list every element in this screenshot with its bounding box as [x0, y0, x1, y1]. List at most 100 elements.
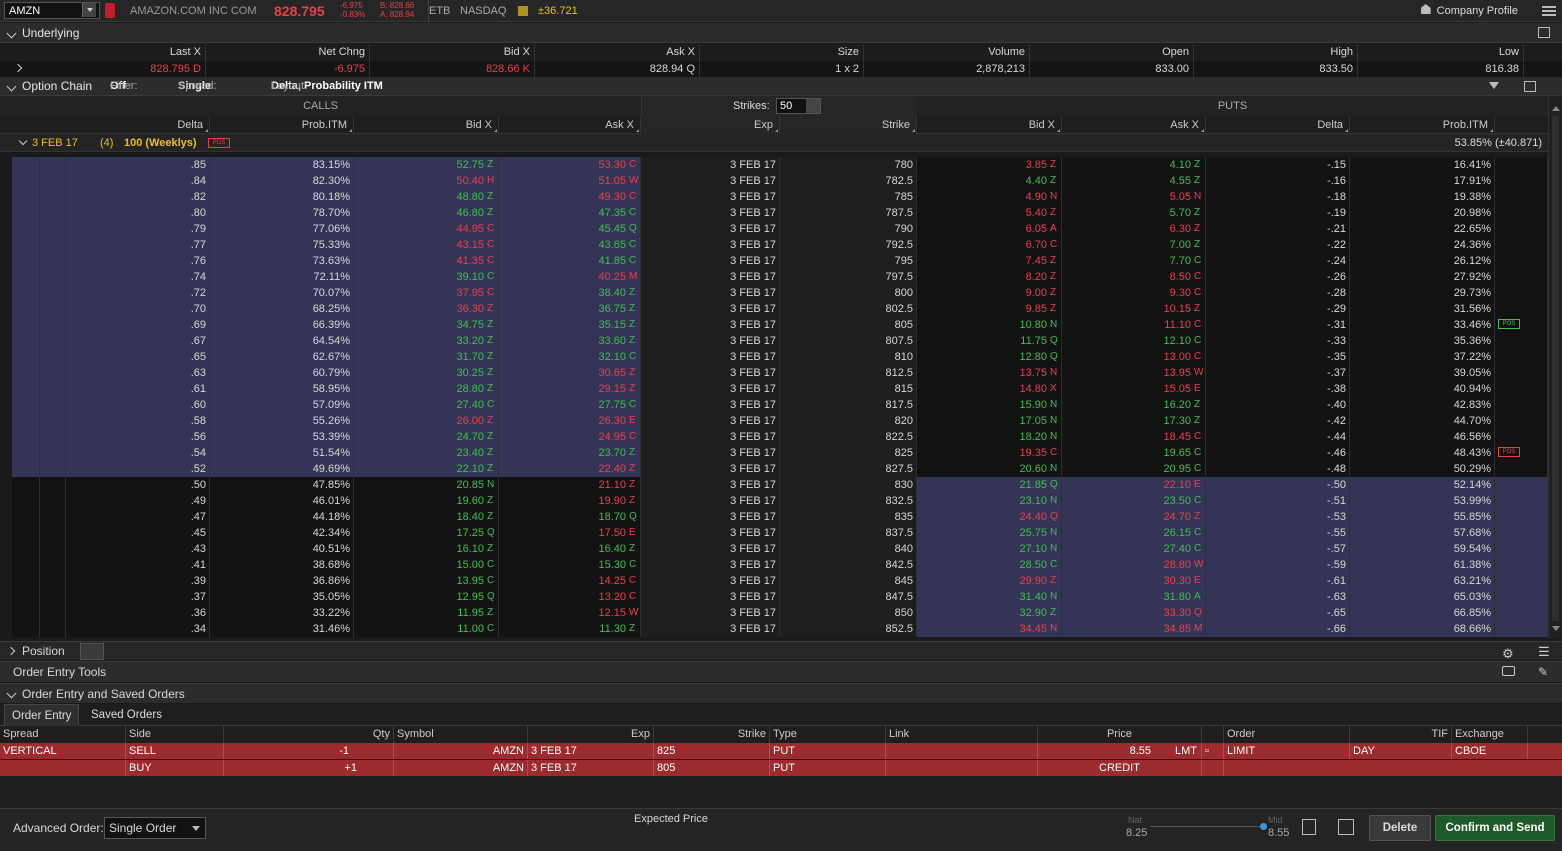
tif-select[interactable]: DAY [1350, 743, 1452, 759]
chain-row[interactable]: .45 42.34% 17.25 Q 17.50 E 3 FEB 17 837.5 25.75 N… [0, 525, 1548, 541]
chain-cell[interactable]: 30.30 [1062, 573, 1206, 589]
chain-cell[interactable]: 34.45 [917, 621, 1062, 637]
chain-cell[interactable]: 4.90 [917, 189, 1062, 205]
chain-cell[interactable]: 24.70 [354, 429, 499, 445]
chain-row[interactable]: .34 31.46% 11.00 C 11.30 Z 3 FEB 17 852.5 34.45 N… [0, 621, 1548, 637]
chain-cell[interactable]: 8.50 [1062, 269, 1206, 285]
chain-cell[interactable]: 29.90 [917, 573, 1062, 589]
layout-control[interactable]: Layout: Delta, Probability ITM [271, 77, 383, 96]
chain-cell[interactable]: 12.80 [917, 349, 1062, 365]
chain-cell[interactable]: 27.40 [1062, 541, 1206, 557]
chain-cell[interactable]: 23.10 [917, 493, 1062, 509]
chain-cell[interactable]: 45.45 [499, 221, 641, 237]
chain-cell[interactable]: 13.20 [499, 589, 641, 605]
chain-cell[interactable]: 20.85 [354, 477, 499, 493]
chain-cell[interactable]: 5.05 [1062, 189, 1206, 205]
chain-cell[interactable]: 24.40 [917, 509, 1062, 525]
chain-cell[interactable]: 12.95 [354, 589, 499, 605]
confirm-and-send-button[interactable]: Confirm and Send [1435, 815, 1555, 841]
chain-row[interactable]: .65 62.67% 31.70 Z 32.10 C 3 FEB 17 810 12.80 Q 13… [0, 349, 1548, 365]
chain-cell[interactable]: 7.00 [1062, 237, 1206, 253]
chain-cell[interactable]: 50.40 [354, 173, 499, 189]
chain-cell[interactable]: 11.95 [354, 605, 499, 621]
chain-cell[interactable]: 23.40 [354, 445, 499, 461]
chain-row[interactable]: .49 46.01% 19.60 Z 19.90 Z 3 FEB 17 832.5 23.10 N… [0, 493, 1548, 509]
chain-cell[interactable]: 34.85 [1062, 621, 1206, 637]
chain-cell[interactable]: 19.60 [354, 493, 499, 509]
chain-row[interactable]: .50 47.85% 20.85 N 21.10 Z 3 FEB 17 830 21.85 Q 22… [0, 477, 1548, 493]
exp-select[interactable]: 3 FEB 17 [528, 760, 654, 776]
chain-row[interactable]: .84 82.30% 50.40 H 51.05 W 3 FEB 17 782.5 4.40 Z 4… [0, 173, 1548, 189]
chain-cell[interactable]: 13.95 [354, 573, 499, 589]
lock-icon[interactable]: ▫ [1202, 743, 1224, 759]
chain-cell[interactable]: 17.05 [917, 413, 1062, 429]
chain-cell[interactable]: 33.30 [1062, 605, 1206, 621]
expand-chevron-icon[interactable] [6, 646, 16, 656]
chain-cell[interactable]: 32.90 [917, 605, 1062, 621]
side-select[interactable]: SELL [126, 743, 224, 759]
chain-row[interactable]: .79 77.06% 44.95 C 45.45 Q 3 FEB 17 790 6.05 A 6.3… [0, 221, 1548, 237]
chain-cell[interactable]: 12.10 [1062, 333, 1206, 349]
chain-cell[interactable]: 15.30 [499, 557, 641, 573]
copy-icon[interactable] [1302, 819, 1316, 835]
chain-cell[interactable]: 27.40 [354, 397, 499, 413]
order-leg-row[interactable]: VERTICAL SELL -1 AMZN 3 FEB 17 825 PUT 8… [0, 743, 1562, 759]
chain-cell[interactable]: 7.45 [917, 253, 1062, 269]
chain-row[interactable]: .37 35.05% 12.95 Q 13.20 C 3 FEB 17 847.5 31.40 N… [0, 589, 1548, 605]
chain-row[interactable]: .76 73.63% 41.35 C 41.85 C 3 FEB 17 795 7.45 Z 7.7… [0, 253, 1548, 269]
chain-cell[interactable]: 9.85 [917, 301, 1062, 317]
filter-dropdown-icon[interactable] [80, 643, 104, 660]
symbol-dropdown-icon[interactable] [82, 3, 96, 17]
chain-row[interactable]: .74 72.11% 39.10 C 40.25 M 3 FEB 17 797.5 8.20 Z 8… [0, 269, 1548, 285]
spread-control[interactable]: Spread: Single [178, 77, 217, 96]
chain-row[interactable]: .82 80.18% 48.80 Z 49.30 C 3 FEB 17 785 4.90 N 5.0… [0, 189, 1548, 205]
chain-cell[interactable]: 19.65 [1062, 445, 1206, 461]
tab-saved-orders[interactable]: Saved Orders [84, 704, 169, 726]
chain-cell[interactable]: 53.30 [499, 157, 641, 173]
filter-funnel-icon[interactable] [1489, 82, 1499, 89]
position-header[interactable]: Position ⚙ ☰ [0, 641, 1562, 661]
chain-row[interactable]: .63 60.79% 30.25 Z 30.65 Z 3 FEB 17 812.5 13.75 N… [0, 365, 1548, 381]
chain-cell[interactable]: 15.05 [1062, 381, 1206, 397]
chain-cell[interactable]: 14.25 [499, 573, 641, 589]
underlying-header[interactable]: Underlying [0, 23, 1562, 43]
chain-cell[interactable]: 19.90 [499, 493, 641, 509]
chain-cell[interactable]: 5.70 [1062, 205, 1206, 221]
tab-order-entry[interactable]: Order Entry [4, 704, 80, 726]
chain-cell[interactable]: 24.70 [1062, 509, 1206, 525]
chain-cell[interactable]: 36.30 [354, 301, 499, 317]
chain-cell[interactable]: 38.40 [499, 285, 641, 301]
chain-cell[interactable]: 46.80 [354, 205, 499, 221]
chain-cell[interactable]: 18.45 [1062, 429, 1206, 445]
chain-cell[interactable]: 31.40 [917, 589, 1062, 605]
exp-select[interactable]: 3 FEB 17 [528, 743, 654, 759]
chain-cell[interactable]: 13.75 [917, 365, 1062, 381]
chain-row[interactable]: .72 70.07% 37.95 C 38.40 Z 3 FEB 17 800 9.00 Z 9.3… [0, 285, 1548, 301]
chain-cell[interactable]: 9.00 [917, 285, 1062, 301]
qty-stepper[interactable]: -1 [224, 743, 394, 759]
chain-cell[interactable]: 12.15 [499, 605, 641, 621]
chain-cell[interactable]: 15.90 [917, 397, 1062, 413]
order-entry-tools-header[interactable]: Order Entry Tools ✎ [0, 661, 1562, 682]
chain-cell[interactable]: 14.80 [917, 381, 1062, 397]
chain-cell[interactable]: 31.70 [354, 349, 499, 365]
camera-icon[interactable] [1502, 666, 1515, 676]
chain-cell[interactable]: 41.35 [354, 253, 499, 269]
company-profile-button[interactable]: Company Profile [1420, 0, 1518, 22]
chain-cell[interactable]: 28.80 [1062, 557, 1206, 573]
menu-icon[interactable]: ☰ [1538, 642, 1550, 661]
expiration-row[interactable]: 3 FEB 17 (4) 100 (Weeklys) POS 53.85% (±… [0, 134, 1548, 152]
alert-flag-icon[interactable] [105, 3, 115, 18]
chain-cell[interactable]: 22.10 [1062, 477, 1206, 493]
chain-cell[interactable]: 29.15 [499, 381, 641, 397]
chain-cell[interactable]: 28.50 [917, 557, 1062, 573]
delete-button[interactable]: Delete [1369, 815, 1431, 841]
order-type-select[interactable]: LIMIT [1224, 743, 1350, 759]
chain-row[interactable]: .47 44.18% 18.40 Z 18.70 Q 3 FEB 17 835 24.40 Q 24… [0, 509, 1548, 525]
chain-row[interactable]: .77 75.33% 43.15 C 43.65 C 3 FEB 17 792.5 6.70 C 7… [0, 237, 1548, 253]
chain-cell[interactable]: 32.10 [499, 349, 641, 365]
chain-cell[interactable]: 16.40 [499, 541, 641, 557]
popout-icon[interactable] [1524, 81, 1536, 92]
chain-cell[interactable]: 7.70 [1062, 253, 1206, 269]
expand-chevron-icon[interactable] [13, 63, 23, 73]
